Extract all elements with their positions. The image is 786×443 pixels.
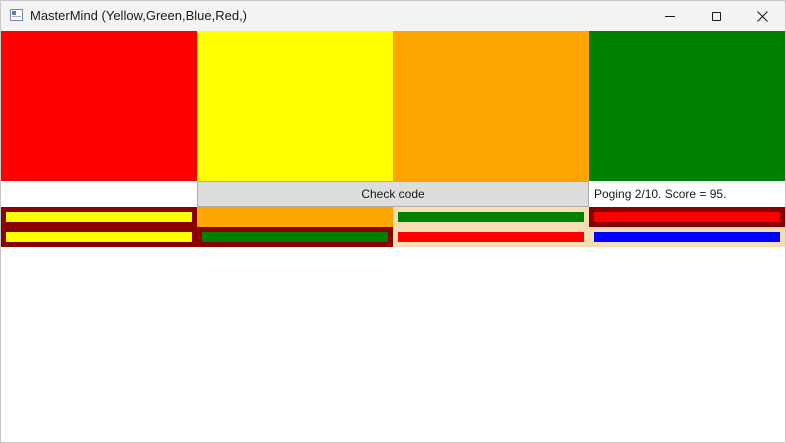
- mastermind-window: MasterMind (Yellow,Green,Blue,Red,) Chec…: [0, 0, 786, 443]
- check-code-button[interactable]: Check code: [197, 181, 589, 207]
- guess-peg-3[interactable]: [393, 31, 589, 181]
- minimize-icon: [665, 15, 675, 17]
- close-button[interactable]: [739, 1, 785, 31]
- maximize-button[interactable]: [693, 1, 739, 31]
- history-peg-color: [6, 232, 192, 242]
- minimize-button[interactable]: [647, 1, 693, 31]
- window-title: MasterMind (Yellow,Green,Blue,Red,): [30, 8, 248, 23]
- attempt-status: Poging 2/10. Score = 95.: [594, 187, 727, 201]
- history-peg-color: [6, 212, 192, 222]
- history-peg-color: [398, 212, 584, 222]
- history-row-2-peg-3: [393, 227, 589, 247]
- guess-peg-1[interactable]: [1, 31, 197, 181]
- maximize-icon: [711, 11, 721, 21]
- history-peg-color: [594, 212, 780, 222]
- close-icon: [756, 10, 768, 22]
- history-row-2-peg-1: [1, 227, 197, 247]
- history-row-1-peg-1: [1, 207, 197, 227]
- history-row-1-peg-4: [589, 207, 785, 227]
- title-bar[interactable]: MasterMind (Yellow,Green,Blue,Red,): [1, 1, 785, 31]
- history-peg-color: [398, 232, 584, 242]
- history-row-1-peg-2: [197, 207, 393, 227]
- history-peg-color: [594, 232, 780, 242]
- history-row-2-peg-2: [197, 227, 393, 247]
- history-peg-color: [202, 232, 388, 242]
- history-row-1-peg-3: [393, 207, 589, 227]
- guess-peg-4[interactable]: [589, 31, 785, 181]
- history-peg-color: [202, 212, 388, 222]
- app-window-icon: [10, 9, 23, 21]
- guess-peg-2[interactable]: [197, 31, 393, 181]
- history-row-2-peg-4: [589, 227, 785, 247]
